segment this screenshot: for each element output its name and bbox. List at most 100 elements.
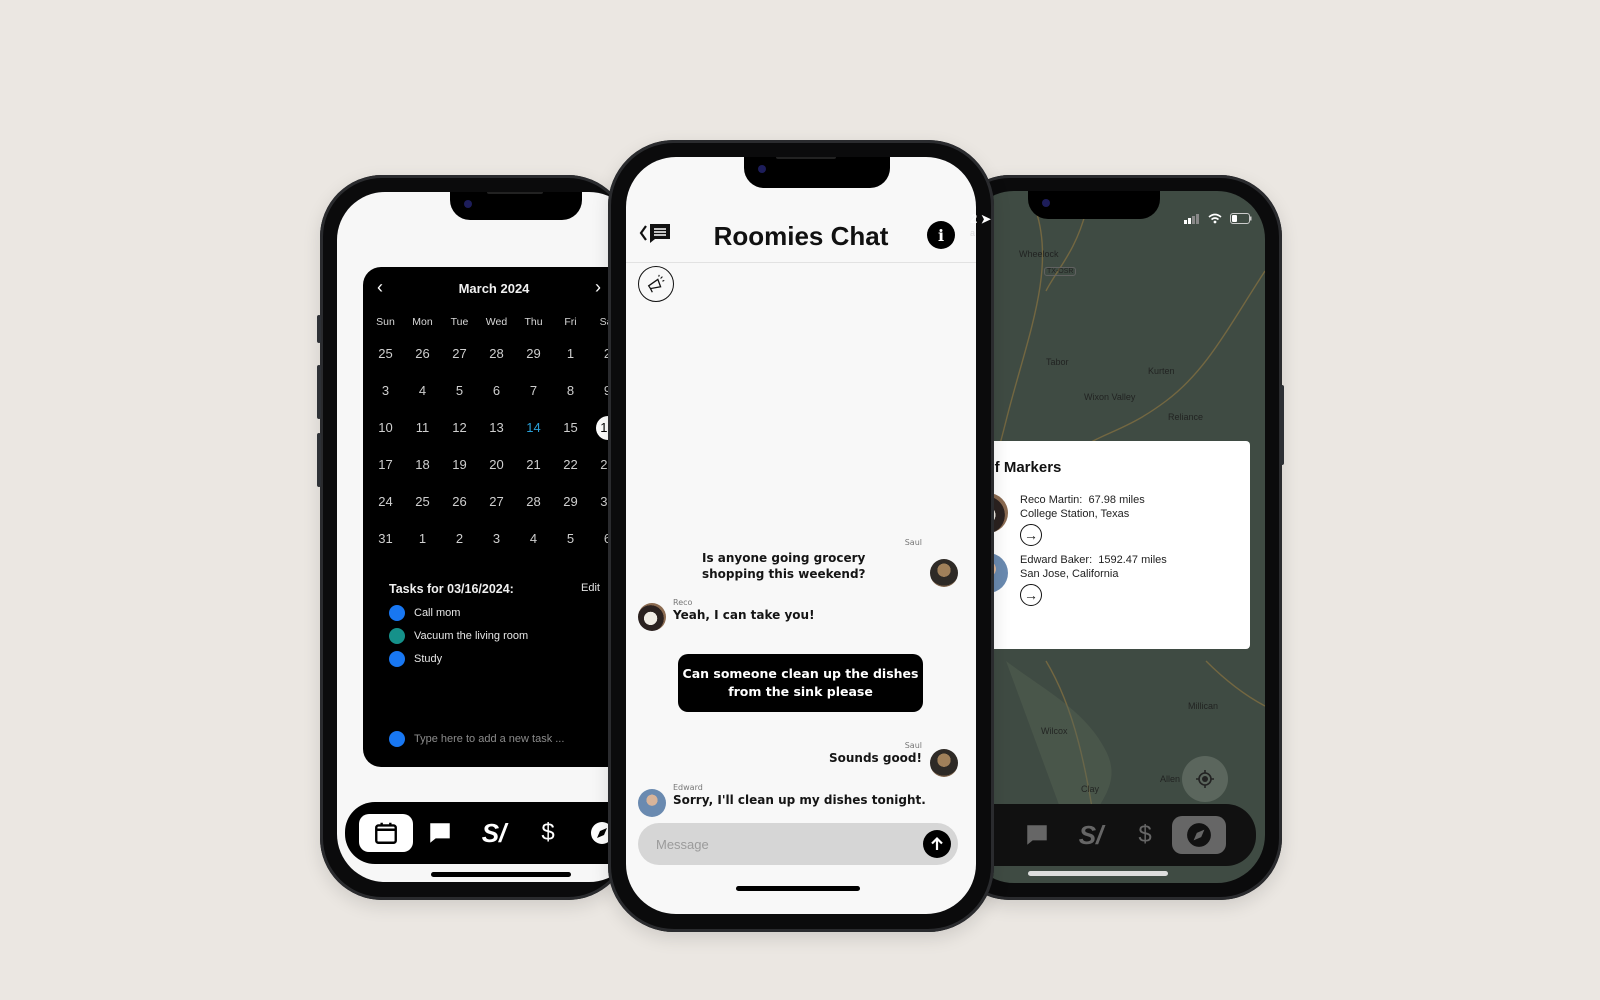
task-item[interactable]: Study [389, 651, 442, 667]
map-label: Wheelock [1019, 249, 1059, 259]
weekday-label: Wed [485, 316, 508, 328]
calendar-day[interactable]: 4 [404, 372, 441, 409]
calendar-day[interactable]: 8 [552, 372, 589, 409]
calendar-day[interactable]: 7 [515, 372, 552, 409]
calendar-day[interactable]: 26 [441, 483, 478, 520]
calendar-day[interactable]: 1 [552, 335, 589, 372]
message-text: Sorry, I'll clean up my dishes tonight. [673, 793, 926, 807]
arrow-right-icon[interactable]: → [1020, 584, 1042, 606]
calendar-day[interactable]: 29 [515, 335, 552, 372]
announcement-button[interactable] [638, 266, 674, 302]
avatar [638, 603, 666, 631]
tab-calendar[interactable] [359, 814, 413, 852]
status-time: 2 ➤ [970, 211, 991, 226]
calendar-day[interactable]: 2 [441, 520, 478, 557]
calendar-day[interactable]: 25 [404, 483, 441, 520]
chat-message-body: Is anyone going grocery shopping this we… [702, 550, 922, 582]
calendar-day[interactable]: 6 [478, 372, 515, 409]
tab-chat[interactable] [1010, 816, 1064, 854]
locate-button[interactable] [1182, 756, 1228, 802]
map-label: Wixon Valley [1084, 392, 1136, 402]
calendar-day[interactable]: 27 [441, 335, 478, 372]
calendar-day[interactable]: 31 [367, 520, 404, 557]
task-status-dot[interactable] [389, 628, 405, 644]
calendar-day[interactable]: 22 [552, 446, 589, 483]
calendar-day[interactable]: 10 [367, 409, 404, 446]
split-icon: S/ [481, 817, 507, 848]
calendar-screen: ‹ March 2024 › SunMonTueWedThuFriSat2526… [337, 192, 637, 882]
map-label: Millican [1188, 701, 1219, 711]
home-indicator [431, 872, 571, 877]
notch [450, 192, 582, 220]
calendar-card: ‹ March 2024 › SunMonTueWedThuFriSat2526… [363, 267, 637, 767]
chevron-right-icon[interactable]: › [595, 277, 601, 298]
arrow-up-icon [931, 836, 943, 850]
chat-screen: Roomies Chat i Saul Is anyone going groc… [626, 157, 976, 914]
phone-calendar: ‹ March 2024 › SunMonTueWedThuFriSat2526… [317, 175, 637, 900]
chat-title: Roomies Chat [713, 221, 889, 251]
calendar-day[interactable]: 14 [515, 409, 552, 446]
calendar-day[interactable]: 17 [367, 446, 404, 483]
calendar-day[interactable]: 27 [478, 483, 515, 520]
volume-down-button [317, 433, 321, 487]
calendar-day[interactable]: 20 [478, 446, 515, 483]
weekday-label: Sun [376, 316, 395, 328]
signal-icon [1184, 213, 1199, 224]
calendar-day[interactable]: 4 [515, 520, 552, 557]
calendar-day[interactable]: 3 [478, 520, 515, 557]
weekday-label: Fri [564, 316, 577, 328]
task-label: Vacuum the living room [414, 630, 529, 642]
calendar-day[interactable]: 13 [478, 409, 515, 446]
chat-header: Roomies Chat i [626, 207, 976, 263]
weekday-label: Thu [524, 316, 543, 328]
calendar-day[interactable]: 26 [404, 335, 441, 372]
avatar [930, 749, 958, 777]
tab-expenses[interactable]: $ [1118, 816, 1172, 854]
calendar-day[interactable]: 3 [367, 372, 404, 409]
tab-expenses[interactable]: $ [521, 814, 575, 852]
calendar-day[interactable]: 1 [404, 520, 441, 557]
calendar-day[interactable]: 25 [367, 335, 404, 372]
task-item[interactable]: Call mom [389, 605, 460, 621]
edit-tasks-button[interactable]: Edit [581, 582, 600, 594]
tab-map[interactable] [1172, 816, 1226, 854]
task-status-dot[interactable] [389, 605, 405, 621]
camera [758, 165, 766, 173]
calendar-day[interactable]: 28 [515, 483, 552, 520]
calendar-day[interactable]: 29 [552, 483, 589, 520]
calendar-day[interactable]: 19 [441, 446, 478, 483]
tab-split[interactable]: S/ [1064, 816, 1118, 854]
calendar-day[interactable]: 15 [552, 409, 589, 446]
message-input[interactable] [656, 823, 906, 865]
calendar-day[interactable]: 12 [441, 409, 478, 446]
marker-location: San Jose, California [1020, 568, 1119, 580]
tab-split[interactable]: S/ [467, 814, 521, 852]
info-icon[interactable]: i [927, 221, 955, 249]
new-task-field[interactable]: Type here to add a new task ... [389, 731, 564, 747]
calendar-day[interactable]: 11 [404, 409, 441, 446]
month-label: March 2024 [458, 281, 530, 296]
chat-message: Edward Sorry, I'll clean up my dishes to… [673, 783, 926, 808]
task-status-dot[interactable] [389, 651, 405, 667]
map-label: Tabor [1046, 357, 1069, 367]
new-task-placeholder[interactable]: Type here to add a new task ... [414, 733, 564, 745]
calendar-day[interactable]: 21 [515, 446, 552, 483]
side-button [317, 315, 321, 343]
message-text: Is anyone going grocery shopping this we… [702, 551, 866, 581]
calendar-day[interactable]: 24 [367, 483, 404, 520]
arrow-right-icon[interactable]: → [1020, 524, 1042, 546]
marker-name-distance: Edward Baker: 1592.47 miles [1020, 554, 1167, 566]
task-item[interactable]: Vacuum the living room [389, 628, 528, 644]
message-sender: Reco [673, 598, 693, 607]
tab-bar: S/ $ [966, 804, 1256, 866]
home-indicator [736, 886, 860, 891]
notch [744, 157, 890, 188]
calendar-day[interactable]: 5 [552, 520, 589, 557]
calendar-day[interactable]: 5 [441, 372, 478, 409]
send-button[interactable] [923, 830, 951, 858]
tab-chat[interactable] [413, 814, 467, 852]
calendar-day[interactable]: 28 [478, 335, 515, 372]
calendar-day[interactable]: 18 [404, 446, 441, 483]
notch [1028, 191, 1160, 219]
speaker [776, 157, 836, 159]
